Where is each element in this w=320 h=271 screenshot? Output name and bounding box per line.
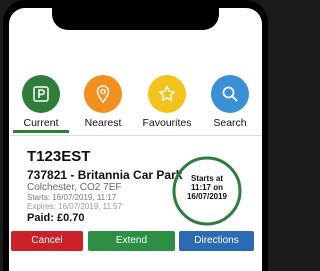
tab-nearest-label: Nearest [84, 117, 122, 129]
current-session-card: T123EST 737821 - Britannia Car Park Colc… [9, 136, 262, 271]
tab-favourites-circle [148, 75, 186, 113]
app-screen: Current Nearest Favourites Search T123ES… [9, 8, 262, 271]
vehicle-plate: T123EST [27, 148, 91, 165]
status-bar [9, 8, 262, 38]
tab-search[interactable]: Search [200, 75, 260, 133]
ring-line-1: Starts at [190, 174, 223, 183]
extend-button[interactable]: Extend [88, 231, 175, 251]
tab-current-circle [22, 75, 60, 113]
tab-favourites-label: Favourites [142, 117, 192, 129]
location-name: 737821 - Britannia Car Park [27, 168, 183, 182]
tab-nearest-circle [84, 75, 122, 113]
start-time-ring: Starts at 11:17 on 16/07/2019 [171, 155, 243, 227]
session-start-time: Starts: 16/07/2019, 11:17 [27, 193, 117, 202]
phone-notch [52, 8, 219, 30]
tab-search-label: Search [213, 117, 247, 129]
ring-line-2: 11:17 on [190, 183, 223, 192]
map-pin-icon [96, 85, 110, 104]
search-icon [222, 86, 238, 102]
session-expiry-time: Expires: 16/07/2019, 11:57 [27, 202, 123, 211]
tab-current[interactable]: Current [11, 75, 71, 133]
active-tab-indicator [13, 130, 69, 133]
directions-button[interactable]: Directions [179, 231, 254, 251]
star-icon [158, 85, 176, 102]
cancel-button[interactable]: Cancel [11, 231, 83, 251]
amount-paid: Paid: £0.70 [27, 212, 85, 224]
location-address: Colchester, CO2 7EF [27, 182, 122, 193]
tab-bar: Current Nearest Favourites Search [9, 75, 262, 133]
tab-search-circle [211, 75, 249, 113]
tab-favourites[interactable]: Favourites [137, 75, 197, 133]
ring-label: Starts at 11:17 on 16/07/2019 [177, 174, 237, 201]
parking-icon [33, 86, 49, 102]
tab-nearest[interactable]: Nearest [73, 75, 133, 133]
ring-line-3: 16/07/2019 [186, 192, 228, 201]
